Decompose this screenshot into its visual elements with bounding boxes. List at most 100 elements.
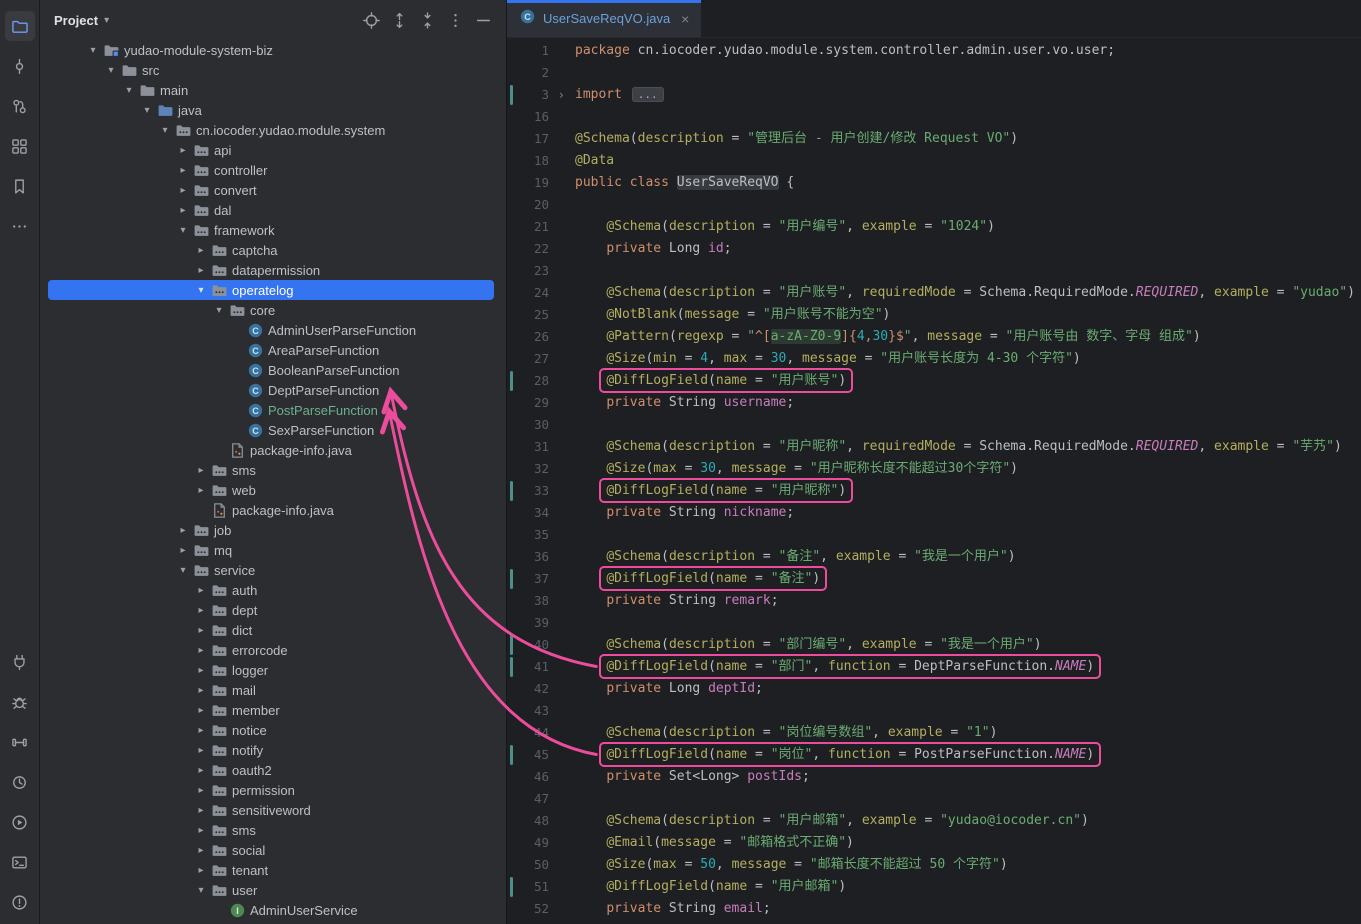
tree-item-cn-iocoder-yudao-module-system[interactable]: ▾cn.iocoder.yudao.module.system [40,120,506,140]
code-line[interactable]: 25 @NotBlank(message = "用户账号不能为空") [507,304,1361,326]
code-line-text[interactable]: private String email; [567,898,1361,920]
chevron-right-icon[interactable]: ▸ [192,765,210,776]
code-line[interactable]: 37 @DiffLogField(name = "备注") [507,568,1361,590]
tree-item-postparsefunction[interactable]: CPostParseFunction [40,400,506,420]
tree-item-main[interactable]: ▾main [40,80,506,100]
chevron-right-icon[interactable]: ▸ [174,545,192,556]
code-line[interactable]: 34 private String nickname; [507,502,1361,524]
chevron-down-icon[interactable]: ▾ [84,45,102,56]
chevron-right-icon[interactable]: ▸ [192,805,210,816]
chevron-right-icon[interactable]: ▸ [192,705,210,716]
bookmarks-icon[interactable] [5,171,35,201]
code-line[interactable]: 36 @Schema(description = "备注", example =… [507,546,1361,568]
services-icon[interactable] [5,647,35,677]
chevron-right-icon[interactable]: ▸ [192,785,210,796]
tree-item-service[interactable]: ▾service [40,560,506,580]
line-number[interactable]: 21 [507,216,567,238]
tree-item-oauth2[interactable]: ▸oauth2 [40,760,506,780]
code-line[interactable]: 33 @DiffLogField(name = "用户昵称") [507,480,1361,502]
code-line-text[interactable]: @DiffLogField(name = "用户账号") [567,370,1361,392]
tree-item-logger[interactable]: ▸logger [40,660,506,680]
code-line-text[interactable] [567,612,1361,634]
tree-item-package-info-java[interactable]: package-info.java [40,440,506,460]
line-number[interactable]: 31 [507,436,567,458]
tree-item-sexparsefunction[interactable]: CSexParseFunction [40,420,506,440]
tree-item-notify[interactable]: ▸notify [40,740,506,760]
code-line-text[interactable]: @Schema(description = "部门编号", example = … [567,634,1361,656]
expand-all-icon[interactable] [391,12,408,29]
line-number[interactable]: 37 [507,568,567,590]
build-icon[interactable] [5,727,35,757]
line-number[interactable]: 3› [507,84,567,106]
code-line[interactable]: 22 private Long id; [507,238,1361,260]
tree-item-job[interactable]: ▸job [40,520,506,540]
tree-item-web[interactable]: ▸web [40,480,506,500]
code-line-text[interactable]: private String username; [567,392,1361,414]
chevron-down-icon[interactable]: ▾ [174,225,192,236]
code-line[interactable]: 20 [507,194,1361,216]
code-editor[interactable]: 1package cn.iocoder.yudao.module.system.… [507,38,1361,924]
code-line[interactable]: 18@Data [507,150,1361,172]
tree-item-adminuserparsefunction[interactable]: CAdminUserParseFunction [40,320,506,340]
code-line[interactable]: 3›import ... [507,84,1361,106]
code-line-text[interactable] [567,194,1361,216]
tree-item-framework[interactable]: ▾framework [40,220,506,240]
chevron-right-icon[interactable]: ▸ [192,245,210,256]
line-number[interactable]: 33 [507,480,567,502]
tree-item-mail[interactable]: ▸mail [40,680,506,700]
tree-item-sms[interactable]: ▸sms [40,820,506,840]
chevron-down-icon[interactable]: ▾ [138,105,156,116]
code-line-text[interactable]: @Pattern(regexp = "^[a-zA-Z0-9]{4,30}$",… [567,326,1361,348]
code-line-text[interactable]: @NotBlank(message = "用户账号不能为空") [567,304,1361,326]
line-number[interactable]: 41 [507,656,567,678]
chevron-down-icon[interactable]: ▾ [102,65,120,76]
line-number[interactable]: 43 [507,700,567,722]
code-line-text[interactable] [567,62,1361,84]
code-line[interactable]: 24 @Schema(description = "用户账号", require… [507,282,1361,304]
code-line-text[interactable]: package cn.iocoder.yudao.module.system.c… [567,40,1361,62]
code-line[interactable]: 21 @Schema(description = "用户编号", example… [507,216,1361,238]
profiler-icon[interactable] [5,767,35,797]
code-line[interactable]: 17@Schema(description = "管理后台 - 用户创建/修改 … [507,128,1361,150]
code-line[interactable]: 23 [507,260,1361,282]
code-line[interactable]: 44 @Schema(description = "岗位编号数组", examp… [507,722,1361,744]
chevron-right-icon[interactable]: ▸ [192,665,210,676]
code-line-text[interactable]: @DiffLogField(name = "岗位", function = Po… [567,744,1361,766]
code-line-text[interactable]: @Schema(description = "用户邮箱", example = … [567,810,1361,832]
code-line[interactable]: 16 [507,106,1361,128]
line-number[interactable]: 24 [507,282,567,304]
chevron-down-icon[interactable]: ▾ [174,565,192,576]
chevron-right-icon[interactable]: ▸ [174,205,192,216]
line-number[interactable]: 17 [507,128,567,150]
code-line[interactable]: 2 [507,62,1361,84]
chevron-right-icon[interactable]: ▸ [192,845,210,856]
tree-item-booleanparsefunction[interactable]: CBooleanParseFunction [40,360,506,380]
line-number[interactable]: 32 [507,458,567,480]
chevron-right-icon[interactable]: ▸ [174,145,192,156]
line-number[interactable]: 28 [507,370,567,392]
code-line[interactable]: 19public class UserSaveReqVO { [507,172,1361,194]
line-number[interactable]: 35 [507,524,567,546]
tree-item-auth[interactable]: ▸auth [40,580,506,600]
chevron-right-icon[interactable]: ▸ [192,865,210,876]
code-line[interactable]: 45 @DiffLogField(name = "岗位", function =… [507,744,1361,766]
code-line[interactable]: 32 @Size(max = 30, message = "用户昵称长度不能超过… [507,458,1361,480]
line-number[interactable]: 18 [507,150,567,172]
line-number[interactable]: 45 [507,744,567,766]
tree-item-member[interactable]: ▸member [40,700,506,720]
chevron-right-icon[interactable]: ▸ [192,625,210,636]
tree-item-tenant[interactable]: ▸tenant [40,860,506,880]
chevron-right-icon[interactable]: ▸ [192,725,210,736]
line-number[interactable]: 25 [507,304,567,326]
chevron-right-icon[interactable]: ▸ [192,265,210,276]
kebab-icon[interactable] [447,12,464,29]
line-number[interactable]: 46 [507,766,567,788]
code-line-text[interactable]: @Schema(description = "备注", example = "我… [567,546,1361,568]
close-icon[interactable]: × [681,11,689,27]
code-line-text[interactable]: @Email(message = "邮箱格式不正确") [567,832,1361,854]
tab-usersavereqvo-java[interactable]: C UserSaveReqVO.java × [507,0,701,37]
tree-item-adminuserservice[interactable]: IAdminUserService [40,900,506,920]
code-line-text[interactable]: @Size(max = 50, message = "邮箱长度不能超过 50 个… [567,854,1361,876]
code-line-text[interactable]: @Schema(description = "管理后台 - 用户创建/修改 Re… [567,128,1361,150]
code-line-text[interactable]: @Schema(description = "用户编号", example = … [567,216,1361,238]
